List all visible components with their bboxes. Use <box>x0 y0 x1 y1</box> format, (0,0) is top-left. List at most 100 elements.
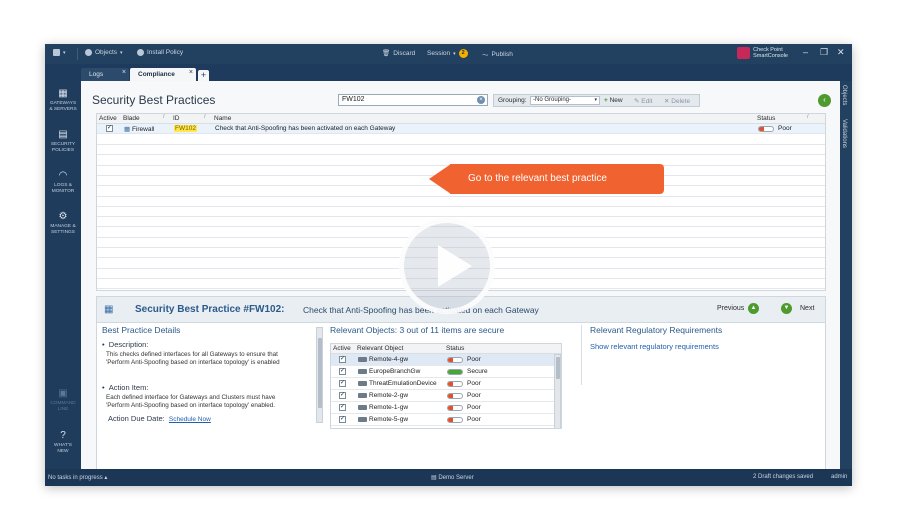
objects-header: Active Relevant Object Status <box>331 344 561 354</box>
tab-strip: Logs × Compliance × + <box>45 64 852 81</box>
question-icon: ? <box>60 430 66 441</box>
due-date-label: Action Due Date: Schedule Now <box>108 414 211 423</box>
app-menu-icon <box>53 49 60 56</box>
previous-arrow-icon[interactable]: ▲ <box>748 303 759 314</box>
objects-side-tab[interactable]: Objects <box>841 85 847 105</box>
best-practice-details-pane: ▦ Security Best Practice #FW102: Check t… <box>96 296 826 474</box>
next-label[interactable]: Next <box>800 305 814 312</box>
tab-compliance[interactable]: Compliance × <box>130 68 196 81</box>
gateway-device-icon <box>358 357 367 362</box>
nav-command-line[interactable]: ▣ COMMAND LINE <box>45 389 81 412</box>
top-toolbar: ▾ Objects ▾ Install Policy 🗑 Discard Sessi… <box>45 44 852 64</box>
blade-cell: ▦ Firewall <box>124 126 155 133</box>
close-tab-icon[interactable]: × <box>122 69 126 76</box>
object-status: Secure <box>467 368 488 375</box>
tasks-status[interactable]: No tasks in progress ▴ <box>48 474 107 481</box>
user-status[interactable]: admin <box>831 474 847 480</box>
gateway-device-icon <box>358 369 367 374</box>
object-name: Remote-2-gw <box>369 392 409 399</box>
object-status-indicator <box>447 405 463 411</box>
back-arrow-icon[interactable]: ‹ <box>818 94 831 107</box>
policies-icon: ▤ <box>58 129 68 140</box>
relevant-object-row[interactable]: ✓ Remote-5-gw Poor <box>331 414 555 426</box>
add-tab-icon[interactable]: + <box>198 70 209 81</box>
object-status-indicator <box>447 381 463 387</box>
details-scrollbar[interactable] <box>316 327 323 423</box>
clear-search-icon[interactable]: × <box>477 96 485 104</box>
objects-scrollbar[interactable] <box>554 354 561 428</box>
object-status: Poor <box>467 404 481 411</box>
close-icon[interactable]: ✕ <box>837 47 845 58</box>
object-active-checkbox[interactable]: ✓ <box>339 392 346 399</box>
relevant-object-row[interactable]: ✓ Remote-4-gw Poor <box>331 354 555 366</box>
regulatory-link[interactable]: Show relevant regulatory requirements <box>590 342 719 351</box>
left-navigation: ▦ GATEWAYS & SERVERS ▤ SECURITY POLICIES ◠… <box>45 81 81 469</box>
relevant-object-row[interactable]: ✓ ThreatEmulationDevice Poor <box>331 378 555 390</box>
nav-security-policies[interactable]: ▤ SECURITY POLICIES <box>45 130 81 153</box>
object-active-checkbox[interactable]: ✓ <box>339 416 346 423</box>
schedule-now-link[interactable]: Schedule Now <box>169 416 211 423</box>
empty-table-row <box>97 145 825 156</box>
object-active-checkbox[interactable]: ✓ <box>339 356 346 363</box>
edit-button[interactable]: ✎ Edit <box>634 97 652 105</box>
restore-icon[interactable]: ❐ <box>820 47 828 58</box>
object-status: Poor <box>467 380 481 387</box>
details-title: Security Best Practice #FW102: <box>135 304 285 315</box>
object-active-checkbox[interactable]: ✓ <box>339 404 346 411</box>
object-status: Poor <box>467 392 481 399</box>
menu-button[interactable]: ▾ <box>53 49 66 56</box>
best-practice-icon: ▦ <box>104 304 114 315</box>
grouping-select[interactable]: -No Grouping- ▾ <box>530 96 600 105</box>
object-status: Poor <box>467 416 481 423</box>
trash-icon: 🗑 <box>382 50 391 57</box>
draft-changes-status[interactable]: 2 Draft changes saved <box>753 474 813 480</box>
gateway-device-icon <box>358 405 367 410</box>
object-name: EuropeBranchGw <box>369 368 421 375</box>
regulatory-column: Relevant Regulatory Requirements Show re… <box>581 325 821 385</box>
minimize-icon[interactable]: ‒ <box>803 47 808 57</box>
status-cell: Poor <box>778 125 792 132</box>
close-tab-icon[interactable]: × <box>189 69 193 76</box>
nav-whats-new[interactable]: ? WHAT'S NEW <box>45 431 81 454</box>
firewall-icon: ▦ <box>124 126 131 133</box>
search-input[interactable]: FW102 <box>338 94 488 106</box>
gateway-device-icon <box>358 393 367 398</box>
nav-logs-monitor[interactable]: ◠ LOGS & MONITOR <box>45 171 81 194</box>
gateway-device-icon <box>358 381 367 386</box>
nav-gateways-servers[interactable]: ▦ GATEWAYS & SERVERS <box>45 89 81 112</box>
page-title: Security Best Practices <box>92 93 216 107</box>
brand-logo: Check Point SmartConsole <box>737 47 788 59</box>
callout-annotation: Go to the relevant best practice <box>429 164 669 194</box>
relevant-objects-title: Relevant Objects: 3 out of 11 items are … <box>330 325 505 335</box>
validations-side-tab[interactable]: Validations <box>841 119 847 148</box>
object-active-checkbox[interactable]: ✓ <box>339 380 346 387</box>
delete-x-icon: ✕ <box>664 98 670 105</box>
publish-icon: 〜 <box>482 52 489 59</box>
publish-button[interactable]: 〜 Publish <box>482 49 513 60</box>
relevant-object-row[interactable]: ✓ Remote-2-gw Poor <box>331 390 555 402</box>
table-row[interactable]: ✓ ▦ Firewall FW102 Check that Anti-Spoof… <box>97 124 825 134</box>
relevant-object-row[interactable]: ✓ EuropeBranchGw Secure <box>331 366 555 378</box>
tab-logs[interactable]: Logs × <box>81 68 129 81</box>
discard-button[interactable]: 🗑 Discard <box>382 49 415 58</box>
details-column: Best Practice Details • Description: Thi… <box>102 325 322 455</box>
delete-button[interactable]: ✕ Delete <box>664 97 690 105</box>
server-icon: ▤ <box>431 475 437 481</box>
status-indicator <box>758 126 774 132</box>
active-checkbox[interactable]: ✓ <box>106 125 113 132</box>
install-policy-button[interactable]: Install Policy <box>137 49 183 56</box>
regulatory-title: Relevant Regulatory Requirements <box>590 325 723 335</box>
gauge-icon: ◠ <box>58 170 68 181</box>
install-policy-icon <box>137 49 144 56</box>
terminal-icon: ▣ <box>58 388 68 399</box>
session-menu-button[interactable]: Session ▾ 2 <box>427 49 468 58</box>
objects-icon <box>85 49 92 56</box>
new-button[interactable]: + New <box>604 97 623 104</box>
previous-label[interactable]: Previous <box>717 305 744 312</box>
video-play-button[interactable] <box>399 218 495 314</box>
object-active-checkbox[interactable]: ✓ <box>339 368 346 375</box>
relevant-object-row[interactable]: ✓ Remote-1-gw Poor <box>331 402 555 414</box>
next-arrow-icon[interactable]: ▼ <box>781 303 792 314</box>
objects-menu-button[interactable]: Objects ▾ <box>85 49 123 56</box>
nav-manage-settings[interactable]: ⚙ MANAGE & SETTINGS <box>45 212 81 235</box>
